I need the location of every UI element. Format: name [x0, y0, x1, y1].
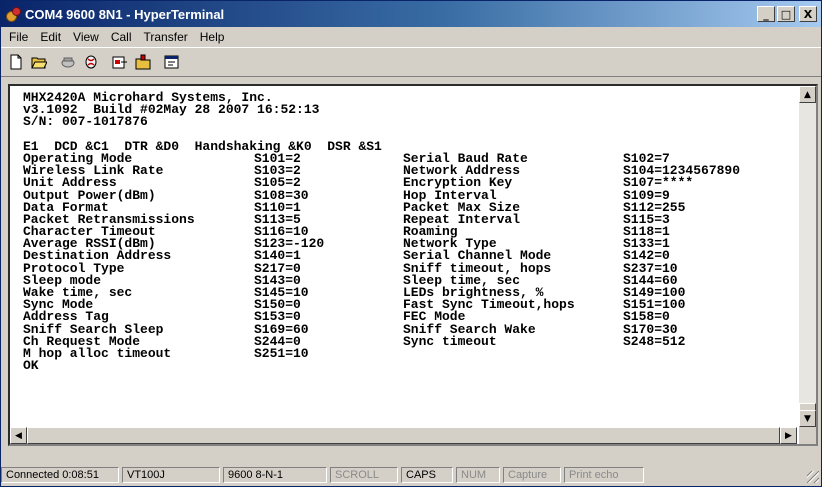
status-connected-0-08-51: Connected 0:08:51 [1, 467, 119, 483]
terminal-header-line: S/N: 007-1017876 [23, 114, 148, 130]
scrollbar-corner [799, 427, 816, 444]
status-capture: Capture [503, 467, 561, 483]
register-value: S251=10 [254, 345, 309, 361]
close-button[interactable]: X [799, 6, 817, 22]
title-bar[interactable]: COM4 9600 8N1 - HyperTerminal _ □ X [1, 1, 821, 27]
resize-grip[interactable] [807, 471, 819, 483]
horizontal-scroll-thumb[interactable] [27, 427, 780, 444]
dial-icon[interactable] [80, 51, 102, 73]
hyperterminal-window: COM4 9600 8N1 - HyperTerminal _ □ X File… [0, 0, 822, 487]
status-bar: Connected 0:08:51 VT100J 9600 8-N-1 SCROLL C… [1, 465, 821, 485]
receive-icon[interactable] [132, 51, 154, 73]
register-label: M hop alloc timeout [23, 345, 172, 361]
properties-icon[interactable] [161, 51, 183, 73]
menu-file[interactable]: File [3, 29, 34, 45]
status-9600-8-n-1: 9600 8-N-1 [223, 467, 327, 483]
new-icon[interactable] [5, 51, 27, 73]
register-label: Sync timeout [403, 333, 497, 349]
register-row: M hop alloc timeout S251=10 [23, 345, 793, 361]
menu-view[interactable]: View [67, 29, 105, 45]
vertical-scrollbar[interactable]: ▲ ▼ [799, 86, 816, 427]
register-value: S248=512 [623, 333, 686, 349]
menu-call[interactable]: Call [105, 29, 138, 45]
window-title: COM4 9600 8N1 - HyperTerminal [25, 6, 225, 22]
disconnect-icon[interactable] [57, 51, 79, 73]
maximize-button[interactable]: □ [777, 6, 795, 22]
scroll-down-button[interactable]: ▼ [799, 410, 816, 427]
menu-bar: File Edit View Call Transfer Help [1, 27, 821, 47]
menu-help[interactable]: Help [194, 29, 231, 45]
menu-transfer[interactable]: Transfer [138, 29, 194, 45]
status-print-echo: Print echo [564, 467, 644, 483]
terminal-screen[interactable]: MHX2420A Microhard Systems, Inc. v3.1092 … [8, 84, 818, 446]
terminal-ok-line: OK [23, 358, 39, 374]
hyperterminal-icon[interactable] [5, 6, 21, 22]
scroll-right-button[interactable]: ▶ [780, 427, 797, 444]
status-num: NUM [456, 467, 500, 483]
scroll-left-button[interactable]: ◀ [10, 427, 27, 444]
horizontal-scrollbar[interactable]: ◀ ▶ [10, 427, 797, 444]
status-vt100j: VT100J [122, 467, 220, 483]
terminal-output: MHX2420A Microhard Systems, Inc. v3.1092 … [23, 91, 793, 374]
status-caps: CAPS [401, 467, 453, 483]
status-scroll: SCROLL [330, 467, 398, 483]
scroll-up-button[interactable]: ▲ [799, 86, 816, 103]
minimize-button[interactable]: _ [757, 6, 775, 22]
toolbar [1, 47, 821, 77]
open-icon[interactable] [28, 51, 50, 73]
send-icon[interactable] [109, 51, 131, 73]
menu-edit[interactable]: Edit [34, 29, 67, 45]
